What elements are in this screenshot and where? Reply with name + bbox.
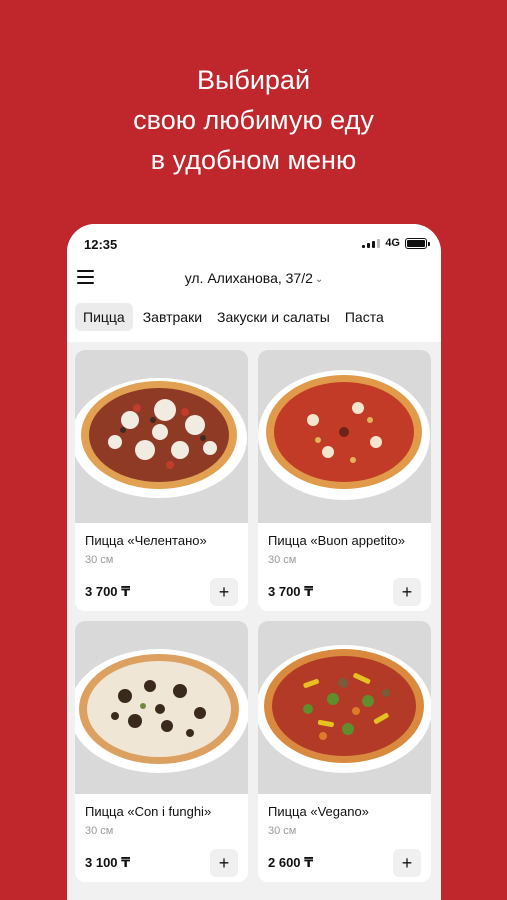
product-card[interactable]: Пицца «Vegano» 30 см 2 600 ₸ +	[258, 621, 431, 882]
product-image	[258, 621, 431, 794]
status-icons: 4G	[362, 237, 430, 249]
product-name: Пицца «Con i funghi»	[85, 804, 212, 819]
product-name: Пицца «Vegano»	[268, 804, 369, 819]
product-size: 30 см	[85, 825, 114, 837]
product-size: 30 см	[85, 554, 114, 566]
tab-snacks-salads[interactable]: Закуски и салаты	[212, 303, 335, 331]
product-name: Пицца «Buon appetito»	[268, 533, 406, 548]
status-time: 12:35	[84, 237, 118, 252]
network-type: 4G	[385, 237, 400, 249]
category-tabs: Пицца Завтраки Закуски и салаты Паста	[75, 303, 389, 331]
address-label: ул. Алиханова, 37/2	[184, 270, 313, 286]
product-price: 3 700 ₸	[268, 584, 314, 599]
promo-line-2: свою любимую еду	[133, 105, 374, 135]
app-top-area: 12:35 4G ул. Алиханова, 37/2 ⌄ Пицца Завт…	[67, 224, 441, 342]
product-image	[75, 350, 248, 523]
add-to-cart-button[interactable]: +	[210, 849, 238, 877]
tab-pizza[interactable]: Пицца	[75, 303, 133, 331]
add-to-cart-button[interactable]: +	[393, 578, 421, 606]
add-to-cart-button[interactable]: +	[210, 578, 238, 606]
product-size: 30 см	[268, 554, 297, 566]
address-selector[interactable]: ул. Алиханова, 37/2 ⌄	[67, 270, 441, 286]
product-card[interactable]: Пицца «Buon appetito» 30 см 3 700 ₸ +	[258, 350, 431, 611]
product-image	[75, 621, 248, 794]
status-bar: 12:35 4G	[67, 224, 441, 262]
chevron-down-icon: ⌄	[314, 274, 324, 285]
signal-icon	[362, 238, 381, 248]
product-image	[258, 350, 431, 523]
battery-icon	[405, 237, 430, 249]
product-price: 2 600 ₸	[268, 855, 314, 870]
phone-screen: 12:35 4G ул. Алиханова, 37/2 ⌄ Пицца Завт…	[67, 224, 441, 900]
product-price: 3 700 ₸	[85, 584, 131, 599]
tab-breakfast[interactable]: Завтраки	[138, 303, 207, 331]
product-size: 30 см	[268, 825, 297, 837]
product-price: 3 100 ₸	[85, 855, 131, 870]
promo-line-1: Выбирай	[196, 65, 311, 95]
product-card[interactable]: Пицца «Con i funghi» 30 см 3 100 ₸ +	[75, 621, 248, 882]
promo-line-3: в удобном меню	[150, 145, 357, 175]
app-header: ул. Алиханова, 37/2 ⌄	[67, 262, 441, 296]
promo-headline: Выбирай свою любимую еду в удобном меню	[0, 60, 507, 180]
product-card[interactable]: Пицца «Челентано» 30 см 3 700 ₸ +	[75, 350, 248, 611]
add-to-cart-button[interactable]: +	[393, 849, 421, 877]
product-name: Пицца «Челентано»	[85, 533, 207, 548]
tab-pasta[interactable]: Паста	[340, 303, 389, 331]
